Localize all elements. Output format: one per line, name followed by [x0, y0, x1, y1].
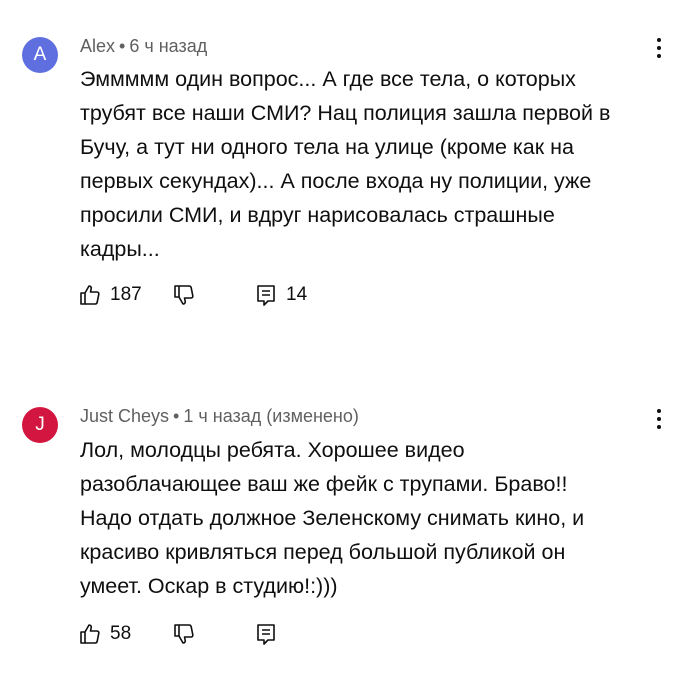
- like-button[interactable]: 187: [78, 280, 142, 310]
- comment-text-line: красиво кривляться перед большой публико…: [80, 540, 566, 564]
- comment-actions: 58: [78, 619, 478, 649]
- comment-text: Эммммм один вопрос... А где все тела, о …: [80, 62, 650, 266]
- comment-text-line: первых секундах)... А после входа ну пол…: [80, 169, 592, 193]
- reply-count: 14: [286, 284, 308, 305]
- comment-text-line: трубят все наши СМИ? Нац полиция зашла п…: [80, 101, 611, 125]
- comment-meta: Alex • 6 ч назад: [80, 36, 207, 57]
- author-name[interactable]: Just Cheys: [80, 406, 169, 426]
- comment-text-line: Эммммм один вопрос... А где все тела, о …: [80, 67, 576, 91]
- comment-text-line: Лол, молодцы ребята. Хорошее видео: [80, 438, 465, 462]
- more-vert-icon[interactable]: [650, 33, 668, 63]
- comment-text-line: кадры...: [80, 237, 160, 261]
- comment-time: 6 ч назад: [129, 36, 208, 56]
- comment-time: 1 ч назад (изменено): [183, 406, 359, 426]
- comment-text: Лол, молодцы ребята. Хорошее видео разоб…: [80, 433, 650, 603]
- reply-icon: [257, 624, 275, 645]
- thumbs-down-icon: [174, 624, 194, 644]
- comment-text-line: разоблачающее ваш же фейк с трупами. Бра…: [80, 472, 568, 496]
- reply-button[interactable]: [254, 619, 286, 649]
- comment-meta: Just Cheys • 1 ч назад (изменено): [80, 406, 359, 427]
- thumbs-up-icon: [80, 285, 100, 305]
- comment-text-line: умеет. Оскар в студию!:))): [80, 574, 338, 598]
- author-name[interactable]: Alex: [80, 36, 115, 56]
- meta-separator: •: [119, 36, 126, 56]
- comment-text-line: Надо отдать должное Зеленскому снимать к…: [80, 506, 585, 530]
- more-vert-icon[interactable]: [650, 404, 668, 434]
- comment-text-line: Бучу, а тут ни одного тела на улице (кро…: [80, 135, 574, 159]
- meta-separator: •: [173, 406, 180, 426]
- comment-actions: 187 14: [78, 280, 478, 310]
- reply-icon: [257, 285, 275, 306]
- comment-text-line: просили СМИ, и вдруг нарисовалась страшн…: [80, 203, 555, 227]
- dislike-button[interactable]: [172, 280, 196, 310]
- dislike-button[interactable]: [172, 619, 196, 649]
- avatar[interactable]: J: [22, 407, 58, 443]
- thumbs-down-icon: [174, 285, 194, 305]
- reply-button[interactable]: 14: [254, 280, 307, 310]
- like-count: 58: [110, 623, 132, 644]
- avatar[interactable]: A: [22, 37, 58, 73]
- like-button[interactable]: 58: [78, 619, 131, 649]
- thumbs-up-icon: [80, 624, 100, 644]
- like-count: 187: [110, 284, 142, 305]
